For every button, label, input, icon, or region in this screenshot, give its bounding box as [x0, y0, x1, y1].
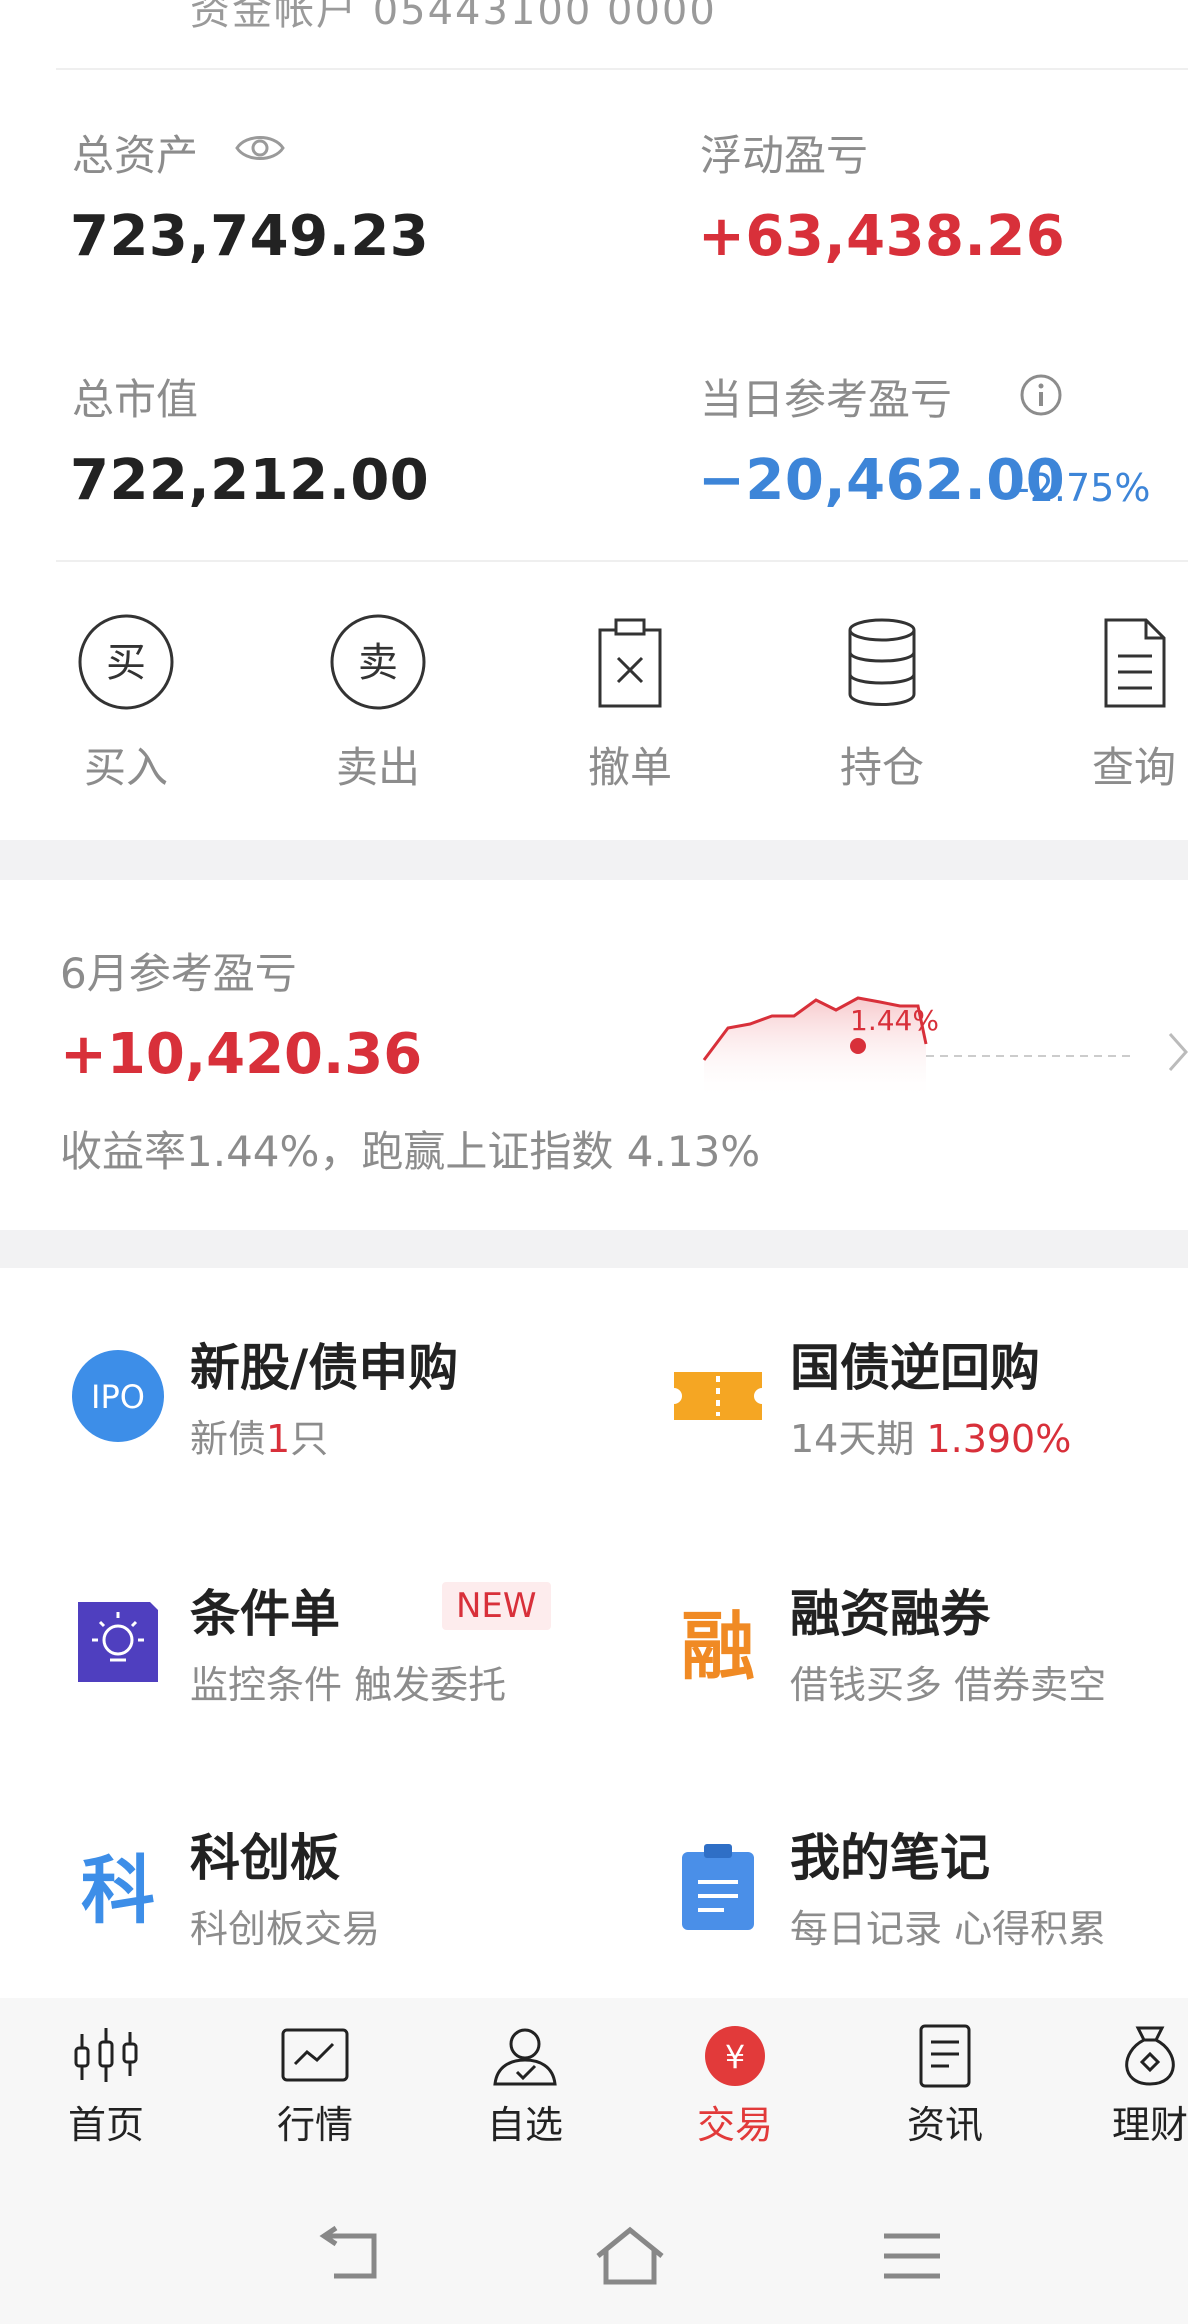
sell-icon: 卖 — [330, 614, 426, 710]
total-assets-value: 723,749.23 — [70, 204, 430, 269]
tab-watchlist-label: 自选 — [486, 2103, 563, 2147]
wealth-icon — [1125, 2026, 1175, 2086]
tab-trade[interactable]: ¥ 交易 — [665, 2024, 805, 2149]
star-market-title: 科创板 — [190, 1829, 340, 1887]
ticket-icon — [674, 1372, 762, 1420]
ipo-title: 新股/债申购 — [190, 1339, 459, 1397]
info-icon[interactable] — [1018, 372, 1064, 418]
ipo-subtitle: 新债1只 — [190, 1417, 329, 1461]
bulb-icon — [78, 1602, 158, 1682]
cancel-order-label: 撤单 — [587, 743, 672, 792]
tab-wealth[interactable]: 理财 — [1080, 2024, 1188, 2149]
divider — [56, 68, 1188, 70]
svg-text:融: 融 — [681, 1604, 755, 1690]
reverse-repo-subtitle: 14天期 1.390% — [790, 1417, 1072, 1461]
sparkline-point — [850, 1038, 866, 1054]
market-value-value: 722,212.00 — [70, 448, 430, 513]
menu-icon[interactable] — [876, 2224, 948, 2288]
holdings-icon — [848, 618, 916, 706]
trade-icon: ¥ — [705, 2026, 765, 2086]
sell-label: 卖出 — [335, 743, 420, 792]
conditional-order-subtitle: 监控条件 触发委托 — [190, 1663, 507, 1707]
query-label: 查询 — [1091, 743, 1176, 792]
query-button[interactable]: 查询 — [1064, 612, 1188, 795]
conditional-order-title: 条件单 — [190, 1585, 340, 1643]
buy-icon: 买 — [78, 614, 174, 710]
floating-pl-value: +63,438.26 — [698, 204, 1066, 269]
margin-icon: 融 — [681, 1604, 755, 1690]
query-icon — [1104, 618, 1166, 708]
account-summary-card: 资金帐户 05443100 0000 总资产 723,749.23 浮动盈亏 +… — [0, 0, 1188, 840]
sparkline-label: 1.44% — [850, 1004, 939, 1037]
watchlist-icon — [493, 2028, 557, 2086]
market-icon — [281, 2028, 349, 2082]
bottom-tab-bar: 首页 行情 自选 ¥ 交易 资讯 理财 — [0, 1998, 1188, 2184]
services-card: IPO 新股/债申购 新债1只 国债逆回购 14天期 1.390% 条件单 NE… — [0, 1268, 1188, 1998]
new-badge: NEW — [442, 1582, 551, 1630]
svg-text:科: 科 — [81, 1848, 155, 1934]
buy-label: 买入 — [83, 743, 168, 792]
market-value-label: 总市值 — [72, 375, 199, 424]
tab-home-label: 首页 — [67, 2103, 144, 2147]
daily-pl-label: 当日参考盈亏 — [700, 375, 953, 424]
margin-trading-title: 融资融券 — [790, 1585, 990, 1643]
divider — [56, 560, 1188, 562]
daily-pl-value: −20,462.00 — [698, 448, 1066, 513]
home-icon — [74, 2028, 138, 2082]
svg-text:IPO: IPO — [91, 1378, 145, 1416]
star-market-icon: 科 — [81, 1848, 155, 1934]
total-assets-label: 总资产 — [72, 131, 199, 180]
reverse-repo-title: 国债逆回购 — [790, 1339, 1040, 1397]
monthly-pl-title: 6月参考盈亏 — [60, 949, 297, 998]
svg-text:¥: ¥ — [725, 2038, 745, 2076]
holdings-label: 持仓 — [839, 743, 924, 792]
my-notes-item[interactable]: 我的笔记 每日记录 心得积累 — [670, 1818, 1170, 1958]
conditional-order-item[interactable]: 条件单 NEW 监控条件 触发委托 — [70, 1574, 630, 1714]
system-navigation-bar — [0, 2184, 1188, 2324]
daily-pl-percent: -2.75% — [1016, 466, 1151, 510]
my-notes-subtitle: 每日记录 心得积累 — [790, 1907, 1107, 1951]
tab-wealth-label: 理财 — [1111, 2103, 1188, 2147]
monthly-pl-card[interactable]: 6月参考盈亏 +10,420.36 收益率1.44%，跑赢上证指数 4.13% … — [0, 880, 1188, 1230]
star-market-item[interactable]: 科 科创板 科创板交易 — [70, 1818, 570, 1958]
tab-watchlist[interactable]: 自选 — [455, 2024, 595, 2149]
news-icon — [919, 2024, 971, 2088]
svg-text:卖: 卖 — [358, 640, 398, 686]
back-icon[interactable] — [316, 2224, 388, 2288]
tab-news-label: 资讯 — [906, 2103, 983, 2147]
margin-trading-item[interactable]: 融 融资融券 借钱买多 借券卖空 — [670, 1574, 1170, 1714]
monthly-pl-value: +10,420.36 — [60, 1022, 423, 1087]
eye-icon[interactable] — [234, 130, 286, 166]
chevron-right-icon[interactable] — [1166, 1030, 1188, 1074]
reverse-repo-item[interactable]: 国债逆回购 14天期 1.390% — [670, 1328, 1170, 1468]
holdings-button[interactable]: 持仓 — [812, 612, 952, 795]
sell-button[interactable]: 卖 卖出 — [308, 612, 448, 795]
ipo-icon: IPO — [72, 1350, 164, 1442]
floating-pl-label: 浮动盈亏 — [700, 131, 869, 180]
tab-news[interactable]: 资讯 — [875, 2024, 1015, 2149]
tab-market[interactable]: 行情 — [245, 2024, 385, 2149]
cancel-order-icon — [598, 618, 662, 708]
tab-market-label: 行情 — [276, 2103, 353, 2147]
my-notes-title: 我的笔记 — [790, 1829, 990, 1887]
monthly-return-text: 收益率1.44%，跑赢上证指数 4.13% — [60, 1127, 761, 1176]
cancel-order-button[interactable]: 撤单 — [560, 612, 700, 795]
notes-icon — [682, 1844, 754, 1930]
monthly-sparkline: 1.44% — [702, 996, 1130, 1100]
ipo-subscription-item[interactable]: IPO 新股/债申购 新债1只 — [70, 1328, 570, 1468]
account-number: 资金帐户 05443100 0000 — [190, 0, 717, 34]
star-market-subtitle: 科创板交易 — [190, 1907, 381, 1951]
buy-button[interactable]: 买 买入 — [56, 612, 196, 795]
tab-trade-label: 交易 — [696, 2103, 773, 2147]
margin-trading-subtitle: 借钱买多 借券卖空 — [790, 1663, 1107, 1707]
home-nav-icon[interactable] — [592, 2224, 668, 2288]
svg-text:买: 买 — [106, 640, 146, 686]
tab-home[interactable]: 首页 — [36, 2024, 176, 2149]
